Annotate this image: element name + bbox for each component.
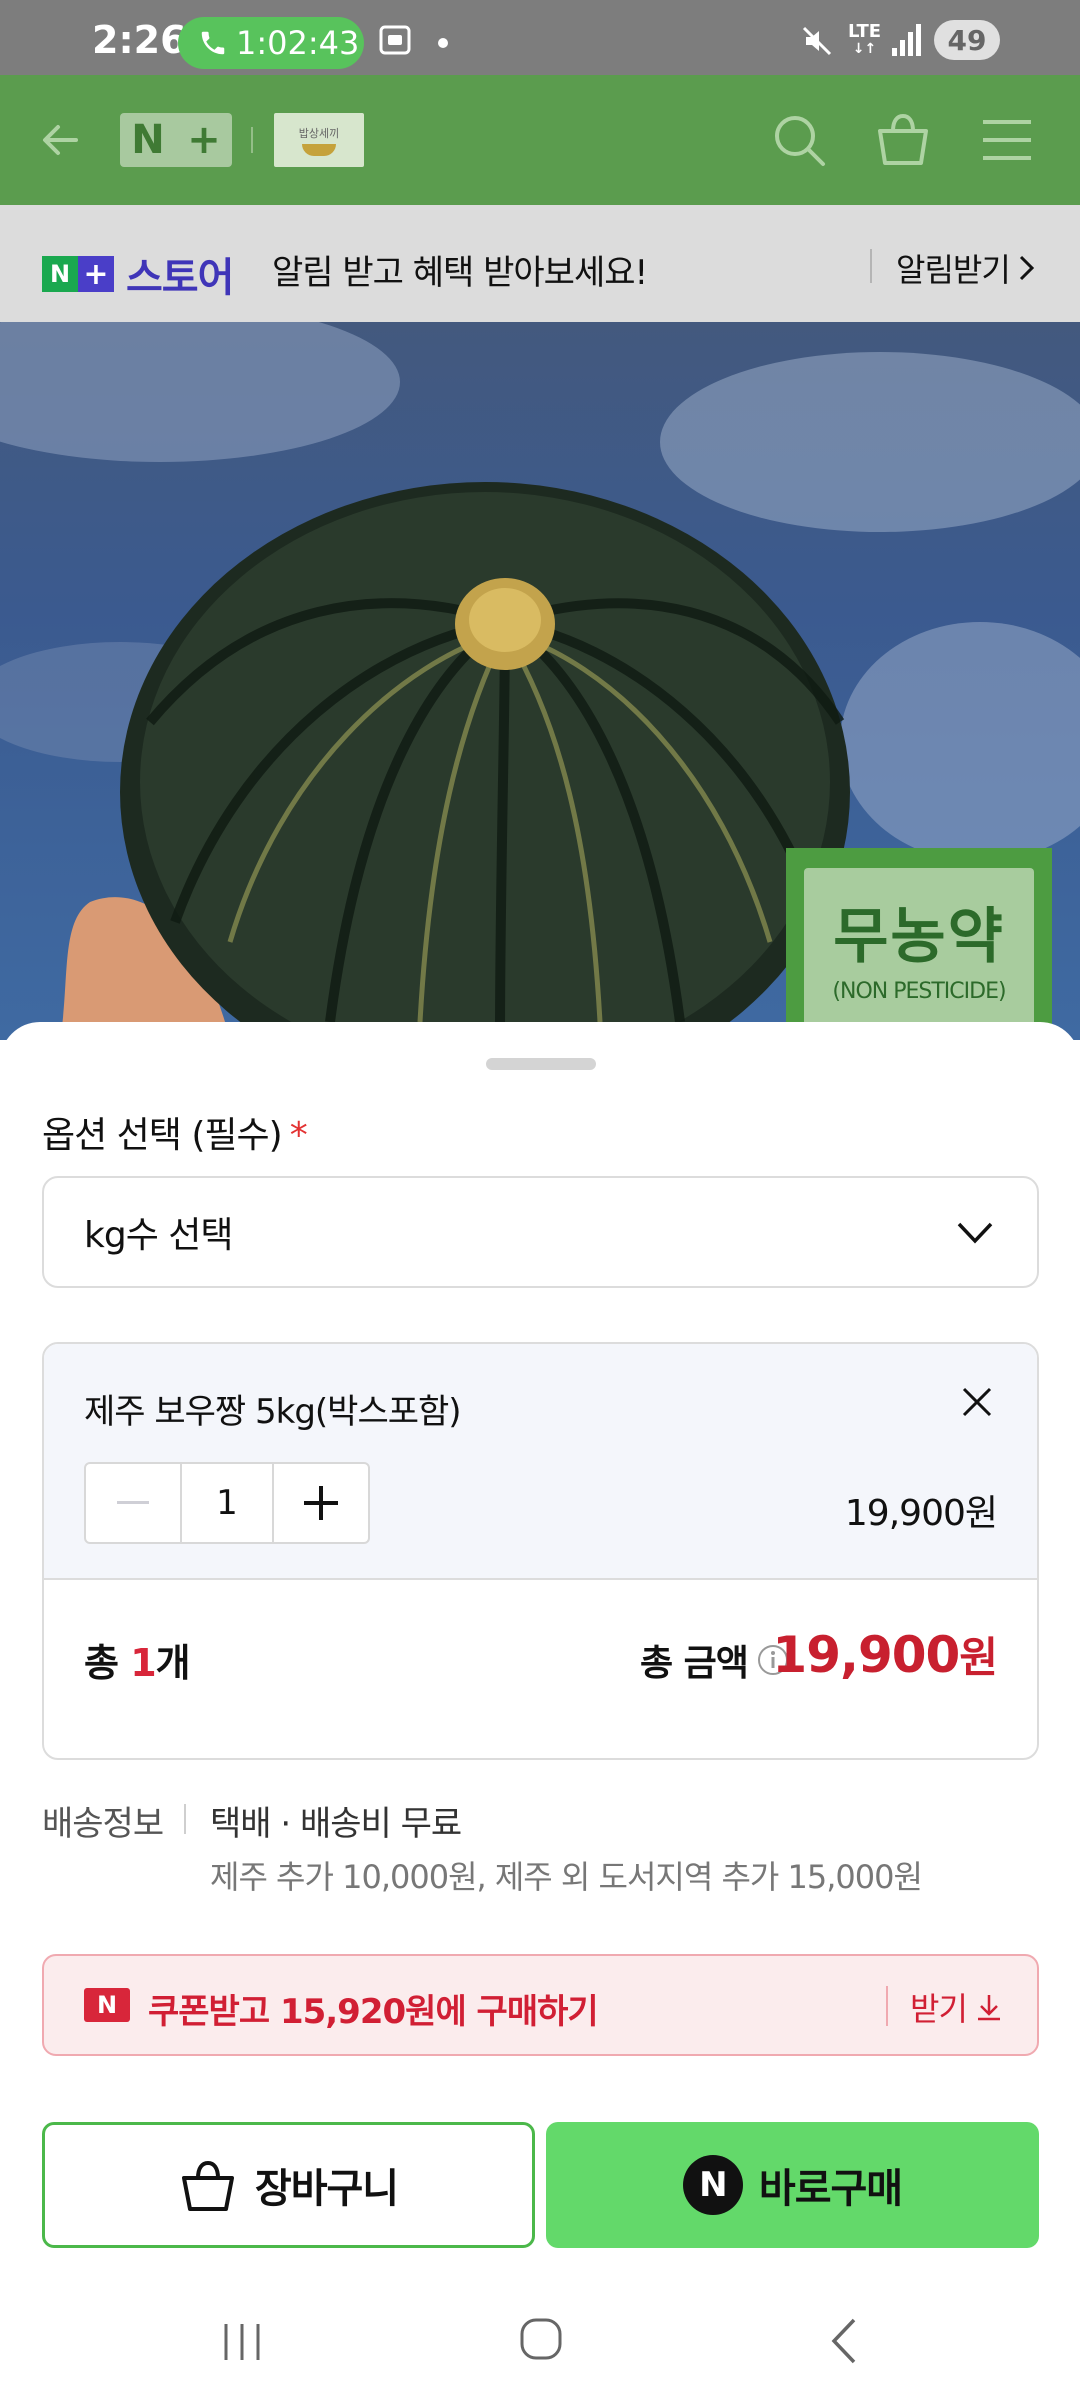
chevron-down-icon: [957, 1222, 993, 1244]
store-logo[interactable]: 밥상세끼: [274, 113, 364, 167]
chevron-right-icon: [1019, 255, 1034, 281]
back-arrow-icon[interactable]: [36, 115, 86, 165]
option-price: 19,900원: [844, 1493, 998, 1534]
system-navigation-bar: [0, 2270, 1080, 2400]
total-amount: 19,900원: [772, 1626, 998, 1684]
coupon-text: 쿠폰받고 15,920원에 구매하기: [148, 1992, 599, 2032]
sheet-drag-handle[interactable]: [486, 1058, 596, 1070]
naver-pay-icon: N: [682, 2155, 743, 2215]
screenshot-icon: [379, 25, 411, 55]
notice-message: 알림 받고 혜택 받아보세요!: [272, 253, 648, 293]
option-select-label: 옵션 선택 (필수) *: [42, 1115, 308, 1156]
coupon-divider: [886, 1986, 888, 2026]
total-count: 총 1개: [84, 1641, 191, 1685]
coupon-banner[interactable]: N 쿠폰받고 15,920원에 구매하기 받기: [42, 1954, 1039, 2056]
rice-bowl-icon: [302, 143, 336, 156]
total-summary: 총 1개 총 금액 19,900원: [44, 1580, 1037, 1758]
shipping-method: 택배 · 배송비 무료: [210, 1804, 462, 1844]
battery-indicator: 49: [934, 20, 1000, 60]
product-image[interactable]: 무농약 (NON PESTICIDE): [0, 322, 1080, 1040]
status-bar: 2:26 1:02:43 LTE ↓↑ 49: [0, 0, 1080, 75]
close-icon[interactable]: [959, 1384, 995, 1420]
notice-divider: [870, 249, 872, 283]
decrease-quantity-button[interactable]: [86, 1464, 180, 1542]
weight-option-dropdown[interactable]: kg수 선택: [42, 1176, 1039, 1288]
top-navigation: N + 밥상세끼: [0, 75, 1080, 205]
purchase-options-sheet: 옵션 선택 (필수) * kg수 선택 제주 보우짱 5kg(박스포함) 1 19…: [0, 1022, 1080, 2400]
shopping-bag-icon[interactable]: [874, 109, 932, 169]
back-icon[interactable]: [826, 2316, 862, 2366]
subscribe-alert-button[interactable]: 알림받기: [896, 245, 1036, 291]
network-type: LTE ↓↑: [848, 21, 882, 58]
naver-plus-store-logo: N + 스토어: [42, 245, 234, 303]
total-amount-label: 총 금액: [640, 1634, 790, 1686]
download-icon: [977, 1995, 1000, 2021]
search-icon[interactable]: [770, 111, 828, 169]
quantity-value[interactable]: 1: [179, 1464, 275, 1542]
minus-icon: [116, 1501, 149, 1504]
mute-icon: [802, 26, 832, 56]
shipping-label: 배송정보: [42, 1804, 164, 1844]
buy-now-button[interactable]: N 바로구매: [546, 2122, 1039, 2248]
home-icon[interactable]: [518, 2316, 564, 2362]
shipping-divider: [184, 1804, 186, 1834]
naver-plus-logo[interactable]: N +: [120, 113, 232, 167]
menu-icon[interactable]: [980, 117, 1034, 163]
selected-option-box: 제주 보우짱 5kg(박스포함) 1 19,900원 총 1개 총 금액 19,…: [42, 1342, 1039, 1760]
quantity-stepper: 1: [84, 1462, 370, 1544]
ongoing-call-pill[interactable]: 1:02:43: [178, 17, 364, 69]
recent-apps-icon[interactable]: [220, 2320, 264, 2364]
increase-quantity-button[interactable]: [274, 1464, 368, 1542]
header-divider: [251, 127, 253, 153]
non-pesticide-badge: 무농약 (NON PESTICIDE): [786, 848, 1052, 1040]
signal-icon: [892, 24, 921, 56]
status-time: 2:26: [92, 18, 187, 62]
plus-icon: [304, 1486, 339, 1520]
download-coupon-button[interactable]: 받기: [910, 1984, 1005, 2030]
shipping-extra-fee: 제주 추가 10,000원, 제주 외 도서지역 추가 15,000원: [210, 1858, 923, 1896]
required-mark: *: [289, 1115, 308, 1156]
call-duration: 1:02:43: [236, 24, 360, 62]
selected-option-item: 제주 보우짱 5kg(박스포함) 1 19,900원: [44, 1344, 1037, 1580]
dropdown-value: kg수 선택: [84, 1215, 234, 1256]
add-to-cart-button[interactable]: 장바구니: [42, 2122, 535, 2248]
notification-dot-icon: [438, 38, 448, 48]
naver-coupon-icon: N: [84, 1988, 130, 2022]
phone-icon: [201, 31, 225, 55]
notification-banner[interactable]: N + 스토어 알림 받고 혜택 받아보세요! 알림받기: [0, 205, 1080, 322]
option-name: 제주 보우짱 5kg(박스포함): [84, 1392, 462, 1432]
shopping-bag-icon: [181, 2160, 234, 2211]
